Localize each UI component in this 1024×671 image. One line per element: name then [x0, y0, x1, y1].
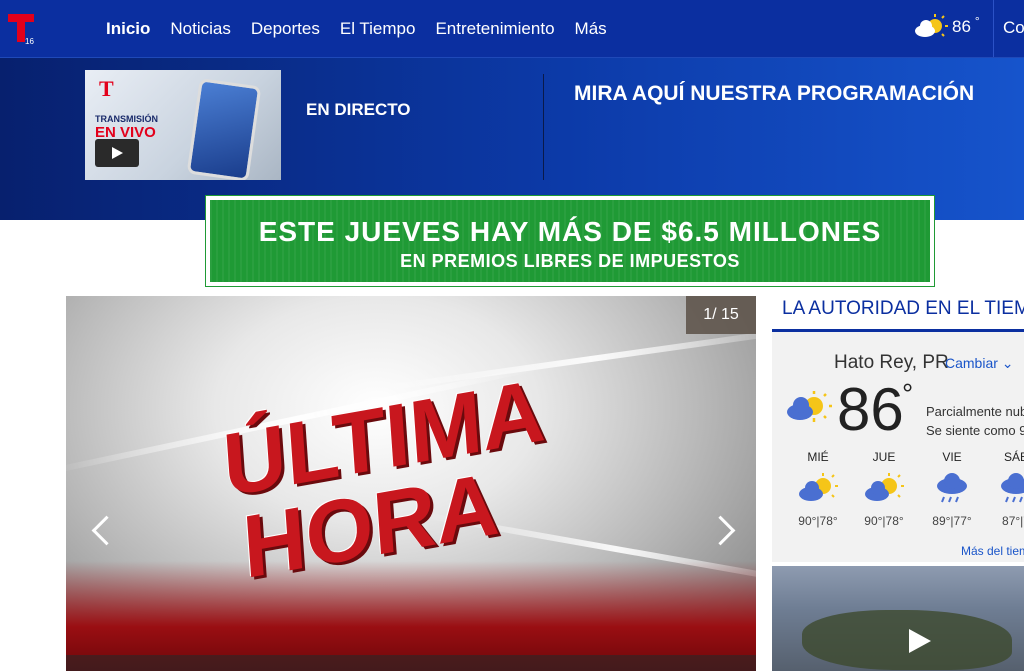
nav-item-mas[interactable]: Más	[575, 19, 607, 39]
thumb-logo: T	[99, 76, 114, 101]
partly-cloudy-icon	[865, 473, 904, 501]
weather-radar-video[interactable]	[772, 566, 1024, 671]
forecast-day: JUE 90°|78°	[854, 450, 914, 528]
top-nav: 16 Inicio Noticias Deportes El Tiempo En…	[0, 0, 1024, 57]
slide-counter: 1/ 15	[686, 296, 756, 334]
forecast-day: MIÉ 90°|78°	[788, 450, 848, 528]
nav-item-el-tiempo[interactable]: El Tiempo	[340, 19, 416, 39]
programming-link[interactable]: MIRA AQUÍ NUESTRA PROGRAMACIÓN	[574, 82, 974, 106]
rain-icon	[1001, 473, 1024, 503]
more-weather-link[interactable]: Más del tiempo	[961, 544, 1024, 558]
forecast-day-name: VIE	[942, 450, 962, 464]
news-carousel[interactable]: ÚLTIMA HORA 1/ 15	[66, 296, 756, 671]
band-divider	[543, 74, 544, 180]
live-label[interactable]: EN DIRECTO	[306, 100, 411, 120]
weather-widget: Hato Rey, PR Cambiar ⌄ 86 ° Parcialmente…	[772, 332, 1024, 562]
live-stream-thumbnail[interactable]: T TRANSMISIÓN EN VIVO	[85, 70, 281, 180]
nav-item-entretenimiento[interactable]: Entretenimiento	[435, 19, 554, 39]
carousel-caption-bar	[66, 655, 756, 671]
chevron-left-icon[interactable]	[88, 510, 118, 550]
forecast-day: VIE 89°|77°	[922, 450, 982, 528]
nav-weather-degree: °	[974, 14, 980, 28]
weather-condition: Parcialmente nublado	[926, 404, 1024, 419]
phone-illustration	[186, 78, 262, 180]
weather-degree: °	[902, 378, 914, 409]
weather-header-title: LA AUTORIDAD EN EL TIEMPO	[782, 298, 1024, 319]
weather-header: LA AUTORIDAD EN EL TIEMPO	[772, 296, 1024, 332]
weather-current-temp: 86	[837, 376, 904, 443]
forecast-day-name: SÁB	[1003, 450, 1024, 464]
forecast-range: 89°|77°	[932, 514, 972, 528]
nav-item-deportes[interactable]: Deportes	[251, 19, 320, 39]
slide-headline: ÚLTIMA HORA	[220, 359, 554, 597]
forecast-day-name: MIÉ	[807, 450, 829, 464]
chevron-right-icon[interactable]	[710, 510, 740, 550]
nav-item-cut-off[interactable]: Co	[1003, 18, 1024, 38]
partly-cloudy-icon	[799, 473, 838, 501]
lottery-ad-banner[interactable]: ESTE JUEVES HAY MÁS DE $6.5 MILLONES EN …	[205, 195, 935, 287]
nav-weather-temp: 86	[952, 17, 971, 36]
weather-feels-like: Se siente como 9	[926, 423, 1024, 438]
play-icon[interactable]	[95, 139, 139, 167]
nav-item-noticias[interactable]: Noticias	[170, 19, 230, 39]
forecast-day: SÁB 87°|7	[986, 450, 1024, 528]
nav-links: Inicio Noticias Deportes El Tiempo Entre…	[106, 0, 607, 57]
nav-weather-widget[interactable]: 86 °	[914, 14, 980, 40]
telemundo-logo-icon[interactable]: 16	[6, 12, 36, 46]
forecast-day-name: JUE	[872, 450, 896, 464]
forecast-range: 90°|78°	[798, 514, 838, 528]
forecast-range: 87°|7	[1002, 514, 1024, 528]
thumb-text-transmision: TRANSMISIÓN	[95, 114, 158, 124]
map-land	[802, 610, 1012, 670]
nav-item-inicio[interactable]: Inicio	[106, 19, 150, 39]
rain-icon	[937, 473, 967, 503]
play-icon[interactable]	[909, 629, 931, 653]
nav-divider	[993, 0, 994, 57]
change-location-link[interactable]: Cambiar ⌄	[945, 355, 1014, 372]
ad-line-2: EN PREMIOS LIBRES DE IMPUESTOS	[400, 251, 740, 271]
partly-cloudy-icon	[915, 14, 948, 37]
partly-cloudy-icon	[787, 391, 832, 422]
svg-text:16: 16	[25, 37, 34, 46]
weather-location: Hato Rey, PR	[834, 352, 949, 373]
forecast-range: 90°|78°	[864, 514, 904, 528]
ad-line-1: ESTE JUEVES HAY MÁS DE $6.5 MILLONES	[258, 216, 882, 247]
